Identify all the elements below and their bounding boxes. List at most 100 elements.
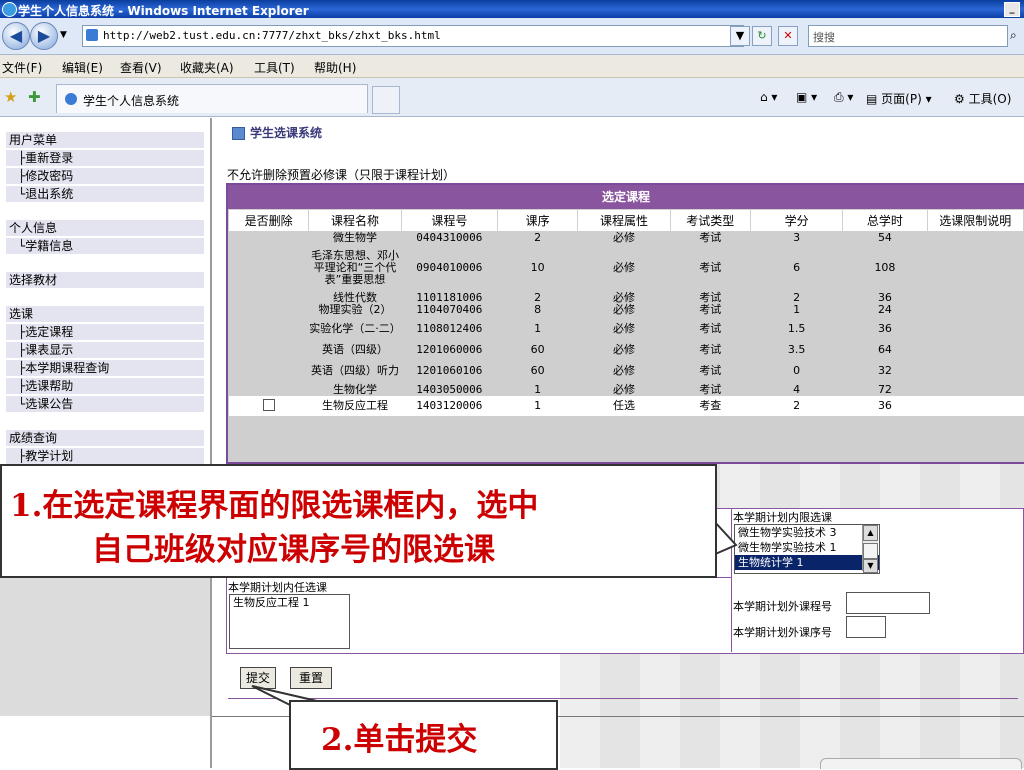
sidebar-item-timetable[interactable]: ├课表显示 [6, 342, 204, 358]
sidebar-item-logout[interactable]: └退出系统 [6, 186, 204, 202]
address-dropdown-button[interactable]: ▼ [730, 26, 750, 46]
cell-credit: 3 [793, 231, 801, 244]
col-header-limit: 选课限制说明 [926, 209, 1024, 232]
search-icon[interactable]: ⌕ [1010, 28, 1017, 43]
cell-hours: 36 [842, 396, 928, 416]
new-tab-button[interactable] [372, 86, 400, 114]
scroll-down-icon[interactable]: ▼ [863, 559, 878, 573]
address-field[interactable]: http://web2.tust.edu.cn:7777/zhxt_bks/zh… [82, 25, 744, 47]
outside-code-label: 本学期计划外课程号 [733, 600, 832, 613]
scroll-thumb[interactable] [863, 543, 878, 559]
cell-hours: 72 [877, 383, 892, 396]
elective-courses-list[interactable]: 生物反应工程 1 [229, 594, 350, 649]
cell-attr: 必修 [612, 322, 635, 335]
cell-seq: 8 [534, 303, 542, 316]
col-header-credit: 学分 [749, 209, 844, 232]
sidebar-course-selection: 选课 [6, 306, 204, 322]
delete-cell [229, 316, 309, 342]
gear-icon: ⚙ [954, 92, 965, 106]
sidebar-item-label: ├修改密码 [18, 169, 74, 183]
cell-seq: 2 [534, 231, 542, 244]
menu-bar: 文件(F) 编辑(E) 查看(V) 收藏夹(A) 工具(T) 帮助(H) [0, 55, 1024, 78]
sidebar-item-relogin[interactable]: ├重新登录 [6, 150, 204, 166]
sidebar-personal-info: 个人信息 [6, 220, 204, 236]
sidebar-item-change-password[interactable]: ├修改密码 [6, 168, 204, 184]
history-dropdown-icon[interactable]: ▼ [60, 30, 67, 40]
frame-divider[interactable] [210, 118, 212, 768]
ie-icon [2, 2, 17, 17]
sidebar-item-notice[interactable]: └选课公告 [6, 396, 204, 412]
menu-edit[interactable]: 编辑(E) [62, 59, 103, 76]
cell-code: 1201060106 [416, 364, 483, 377]
favorites-star-icon[interactable]: ★ [4, 88, 17, 106]
search-input[interactable]: 搜搜 [808, 25, 1008, 47]
delete-note: 不允许删除预置必修课（只限于课程计划） [227, 168, 456, 182]
limited-option[interactable]: 微生物学实验技术 1 [735, 540, 879, 555]
menu-file[interactable]: 文件(F) [2, 59, 42, 76]
cell-credit: 2 [750, 396, 843, 416]
section-title: 学生选课系统 [232, 124, 322, 141]
cell-attr: 必修 [612, 383, 635, 396]
outside-seq-label: 本学期计划外课序号 [733, 626, 832, 639]
outside-seq-input[interactable] [846, 616, 886, 638]
minimize-button[interactable]: _ [1004, 2, 1020, 17]
cell-seq: 10 [530, 261, 545, 274]
limited-option-selected[interactable]: 生物统计学 1 [735, 555, 879, 570]
forward-button[interactable]: ▶ [30, 22, 58, 50]
selected-courses-table: 选定课程 是否删除 课程名称 课程号 课序 课程属性 考试类型 学分 总学时 选… [226, 183, 1024, 464]
menu-view[interactable]: 查看(V) [120, 59, 162, 76]
sidebar-item-selected-courses[interactable]: ├选定课程 [6, 324, 204, 340]
sidebar-item-label: 选择教材 [9, 273, 58, 287]
cell-credit: 1 [793, 303, 801, 316]
feeds-icon[interactable]: ▣ ▾ [796, 90, 817, 104]
outside-code-input[interactable] [846, 592, 930, 614]
sidebar-user-menu: 用户菜单 [6, 132, 204, 148]
stop-button[interactable]: ✕ [778, 26, 798, 46]
home-icon[interactable]: ⌂ ▾ [760, 90, 777, 104]
cell-code: 1201060006 [416, 343, 483, 356]
tab-bar: ★ ✚ 学生个人信息系统 ⌂ ▾ ▣ ▾ ⎙ ▾ ▤ 页面(P) ▾ ⚙ 工具(… [0, 78, 1024, 117]
refresh-button[interactable]: ↻ [752, 26, 772, 46]
sidebar-item-roll-info[interactable]: └学籍信息 [6, 238, 204, 254]
delete-checkbox[interactable] [262, 398, 275, 411]
submit-button[interactable]: 提交 [240, 667, 276, 689]
sidebar-item-textbook[interactable]: 选择教材 [6, 272, 204, 288]
limited-list-scrollbar[interactable]: ▲ ▼ [862, 525, 878, 573]
sidebar-item-term-query[interactable]: ├本学期课程查询 [6, 360, 204, 376]
sidebar: 用户菜单 ├重新登录 ├修改密码 └退出系统 个人信息 └学籍信息 选择教材 选… [0, 118, 210, 464]
sidebar-item-help[interactable]: ├选课帮助 [6, 378, 204, 394]
page-menu-button[interactable]: ▤ 页面(P) ▾ [866, 90, 932, 107]
elective-option[interactable]: 生物反应工程 1 [230, 595, 349, 610]
limited-courses-list[interactable]: 微生物学实验技术 3 微生物学实验技术 1 生物统计学 1 [734, 524, 880, 574]
cell-limit [927, 292, 1023, 304]
window-title-bar: 学生个人信息系统 - Windows Internet Explorer _ [0, 0, 1024, 18]
section-title-text: 学生选课系统 [250, 126, 323, 140]
cell-name: 英语（四级） [321, 343, 388, 356]
sidebar-heading: 个人信息 [9, 221, 58, 235]
cell-limit [927, 342, 1023, 358]
cell-exam: 考查 [670, 396, 751, 416]
add-favorite-icon[interactable]: ✚ [28, 88, 41, 106]
tools-menu-button[interactable]: ⚙ 工具(O) [954, 90, 1011, 107]
table-row: 微生物学 0404310006 2 必修 考试 3 54 [229, 232, 1024, 245]
print-icon[interactable]: ⎙ ▾ [834, 90, 853, 105]
tab-student-info[interactable]: 学生个人信息系统 [56, 84, 368, 113]
cell-hours: 64 [877, 343, 892, 356]
cell-exam: 考试 [699, 364, 722, 377]
cell-limit [927, 358, 1023, 384]
menu-favorites[interactable]: 收藏夹(A) [180, 59, 234, 76]
cell-code: 1403050006 [416, 383, 483, 396]
cell-seq: 1 [534, 383, 542, 396]
window-title: 学生个人信息系统 - Windows Internet Explorer [18, 4, 309, 18]
back-button[interactable]: ◀ [2, 22, 30, 50]
cell-name: 微生物学 [332, 231, 377, 244]
scroll-up-icon[interactable]: ▲ [863, 525, 878, 541]
limited-courses-label: 本学期计划内限选课 [733, 511, 832, 524]
limited-option[interactable]: 微生物学实验技术 3 [735, 525, 879, 540]
delete-cell [229, 342, 309, 358]
sidebar-item-plan[interactable]: ├教学计划 [6, 448, 204, 464]
delete-cell [229, 232, 309, 245]
menu-tools[interactable]: 工具(T) [254, 59, 295, 76]
menu-help[interactable]: 帮助(H) [314, 59, 356, 76]
reset-button[interactable]: 重置 [290, 667, 332, 689]
